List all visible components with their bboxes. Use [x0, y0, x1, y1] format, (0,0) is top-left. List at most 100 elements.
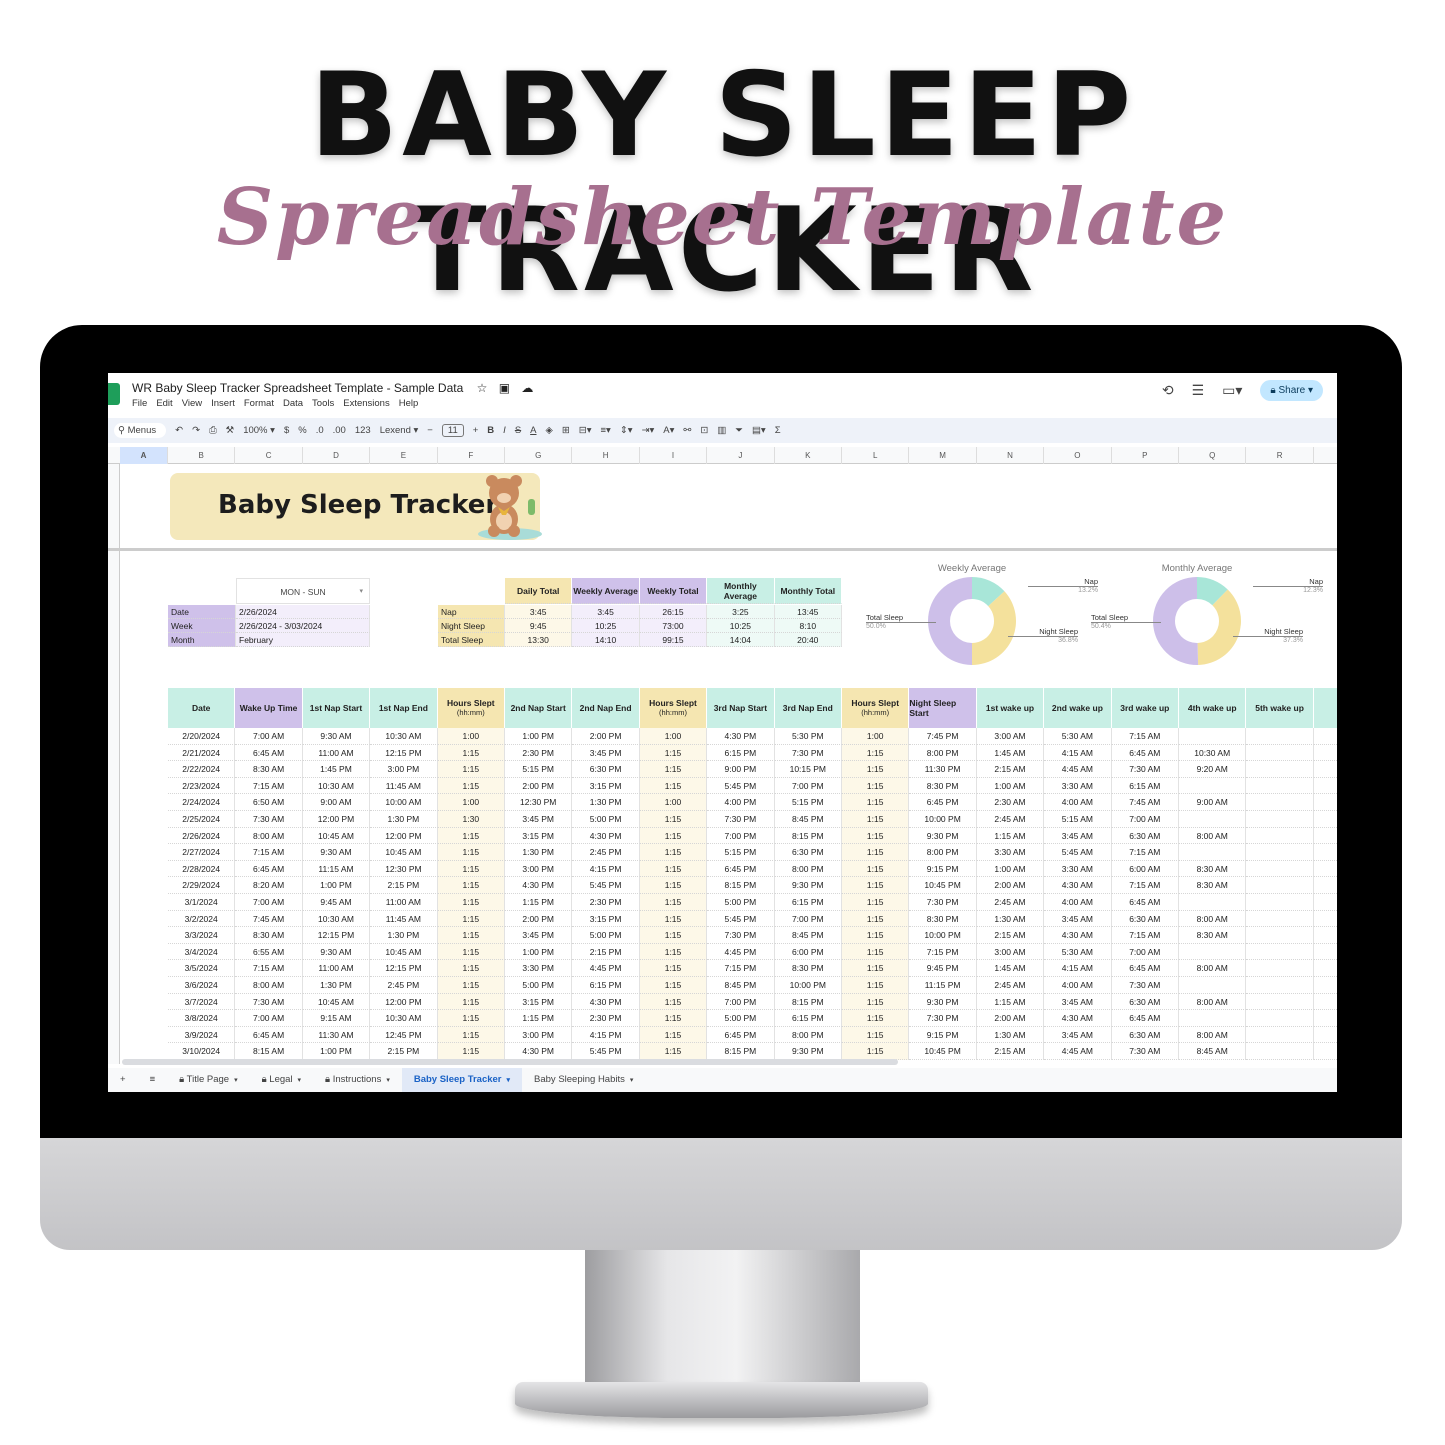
- log-cell[interactable]: 5:45 PM: [707, 910, 775, 928]
- insert-comment-icon[interactable]: ⊡: [700, 425, 708, 436]
- log-cell[interactable]: 6:30 AM: [1111, 1026, 1179, 1044]
- log-header[interactable]: Date: [168, 688, 236, 728]
- log-cell[interactable]: 7:45 AM: [235, 910, 303, 928]
- log-cell[interactable]: 12:15 PM: [370, 960, 438, 977]
- log-cell[interactable]: 1:15: [639, 877, 708, 894]
- log-cell[interactable]: [1313, 910, 1337, 928]
- log-cell[interactable]: 9:15 PM: [909, 860, 977, 878]
- log-cell[interactable]: 2:45 PM: [370, 977, 438, 994]
- log-cell[interactable]: 1:15: [842, 927, 910, 944]
- log-cell[interactable]: 4:30 AM: [1044, 927, 1112, 944]
- log-cell[interactable]: 8:30 PM: [909, 777, 977, 795]
- summary-value[interactable]: 20:40: [774, 633, 842, 647]
- log-cell[interactable]: 3/8/2024: [168, 1010, 236, 1027]
- log-cell[interactable]: 1:30 PM: [370, 927, 438, 944]
- period-value-month[interactable]: February: [236, 633, 370, 647]
- log-cell[interactable]: 7:15 AM: [235, 777, 303, 795]
- print-icon[interactable]: ⎙: [209, 425, 217, 436]
- log-cell[interactable]: 1:30 PM: [572, 794, 640, 811]
- borders-icon[interactable]: ⊞: [562, 425, 570, 436]
- log-cell[interactable]: 8:20 AM: [235, 877, 303, 894]
- log-cell[interactable]: [1313, 1010, 1337, 1027]
- log-cell[interactable]: 5:45 AM: [1044, 844, 1112, 861]
- log-cell[interactable]: [1313, 960, 1337, 977]
- log-cell[interactable]: 2:15 AM: [976, 1043, 1045, 1060]
- summary-value[interactable]: 10:25: [572, 619, 640, 633]
- document-title-text[interactable]: WR Baby Sleep Tracker Spreadsheet Templa…: [132, 381, 463, 395]
- log-cell[interactable]: 1:30 PM: [302, 977, 371, 994]
- log-cell[interactable]: 12:15 PM: [302, 927, 371, 944]
- log-cell[interactable]: 3:30 PM: [505, 960, 573, 977]
- log-cell[interactable]: 1:00: [639, 728, 708, 745]
- percent-button[interactable]: %: [298, 425, 306, 436]
- log-cell[interactable]: 3:30 AM: [1044, 777, 1112, 795]
- meet-camera-icon[interactable]: ▭▾: [1222, 382, 1242, 399]
- log-cell[interactable]: 1:15: [842, 1043, 910, 1060]
- period-label-week[interactable]: Week: [168, 619, 236, 633]
- log-cell[interactable]: 2:30 PM: [572, 1010, 640, 1027]
- cloud-status-icon[interactable]: ☁: [521, 381, 533, 395]
- log-cell[interactable]: 7:30 PM: [774, 744, 842, 762]
- log-cell[interactable]: 1:15: [639, 943, 708, 961]
- version-history-icon[interactable]: ⟲: [1162, 382, 1174, 399]
- log-cell[interactable]: 6:15 PM: [707, 744, 775, 762]
- italic-button[interactable]: I: [503, 425, 506, 436]
- log-cell[interactable]: 5:15 AM: [1044, 811, 1112, 828]
- period-value-date[interactable]: 2/26/2024: [236, 605, 370, 619]
- font-select[interactable]: Lexend ▾: [380, 425, 419, 436]
- log-cell[interactable]: 1:15: [437, 943, 505, 961]
- log-cell[interactable]: 1:00 PM: [302, 1043, 371, 1060]
- column-header-i[interactable]: I: [640, 447, 708, 464]
- log-cell[interactable]: 3:00 PM: [370, 761, 438, 778]
- log-cell[interactable]: 1:00 PM: [302, 877, 371, 894]
- log-cell[interactable]: 8:30 AM: [235, 927, 303, 944]
- decrease-font-size-icon[interactable]: −: [427, 425, 433, 436]
- log-cell[interactable]: 6:15 PM: [572, 977, 640, 994]
- log-cell[interactable]: 7:00 PM: [707, 993, 775, 1011]
- log-cell[interactable]: 4:00 AM: [1044, 894, 1112, 911]
- column-header-p[interactable]: P: [1112, 447, 1179, 464]
- log-cell[interactable]: [1246, 977, 1314, 994]
- log-cell[interactable]: 7:15 AM: [1111, 844, 1179, 861]
- log-cell[interactable]: 4:30 PM: [572, 827, 640, 845]
- log-cell[interactable]: 1:00 PM: [505, 943, 573, 961]
- log-cell[interactable]: 1:15: [842, 977, 910, 994]
- log-cell[interactable]: 7:30 AM: [1111, 761, 1179, 778]
- log-cell[interactable]: 3:45 PM: [505, 811, 573, 828]
- log-cell[interactable]: 7:15 AM: [235, 844, 303, 861]
- column-header-l[interactable]: L: [842, 447, 910, 464]
- log-cell[interactable]: 1:15 AM: [976, 827, 1045, 845]
- summary-value[interactable]: 8:10: [774, 619, 842, 633]
- summary-value[interactable]: 13:45: [774, 605, 842, 619]
- log-cell[interactable]: 3:45 PM: [505, 927, 573, 944]
- summary-value[interactable]: 14:10: [572, 633, 640, 647]
- log-cell[interactable]: 5:00 PM: [707, 894, 775, 911]
- summary-value[interactable]: 3:45: [505, 605, 573, 619]
- log-cell[interactable]: 10:45 AM: [370, 943, 438, 961]
- log-cell[interactable]: 1:15: [639, 977, 708, 994]
- log-cell[interactable]: [1179, 728, 1247, 745]
- log-cell[interactable]: 1:15: [842, 1026, 910, 1044]
- column-header-o[interactable]: O: [1044, 447, 1112, 464]
- log-cell[interactable]: 2:00 AM: [976, 877, 1045, 894]
- log-cell[interactable]: 4:30 PM: [572, 993, 640, 1011]
- log-cell[interactable]: 6:30 PM: [774, 844, 842, 861]
- sheet-tab-legal[interactable]: 🔒︎ Legal ▾: [250, 1068, 313, 1092]
- comments-icon[interactable]: ☰: [1192, 382, 1205, 399]
- log-cell[interactable]: 7:00 AM: [235, 1010, 303, 1027]
- log-cell[interactable]: 7:00 AM: [1111, 943, 1179, 961]
- log-cell[interactable]: 6:15 AM: [1111, 777, 1179, 795]
- log-cell[interactable]: 1:15: [842, 744, 910, 762]
- log-cell[interactable]: 2:00 PM: [505, 777, 573, 795]
- log-cell[interactable]: 2/20/2024: [168, 728, 236, 745]
- log-cell[interactable]: [1313, 744, 1337, 762]
- log-cell[interactable]: 4:15 AM: [1044, 960, 1112, 977]
- log-cell[interactable]: [1246, 894, 1314, 911]
- log-cell[interactable]: [1313, 877, 1337, 894]
- log-cell[interactable]: 7:45 PM: [909, 728, 977, 745]
- log-cell[interactable]: [1246, 943, 1314, 961]
- log-cell[interactable]: 1:15: [842, 777, 910, 795]
- menu-help[interactable]: Help: [399, 398, 419, 409]
- log-cell[interactable]: 2:45 AM: [976, 811, 1045, 828]
- log-cell[interactable]: 1:00: [639, 794, 708, 811]
